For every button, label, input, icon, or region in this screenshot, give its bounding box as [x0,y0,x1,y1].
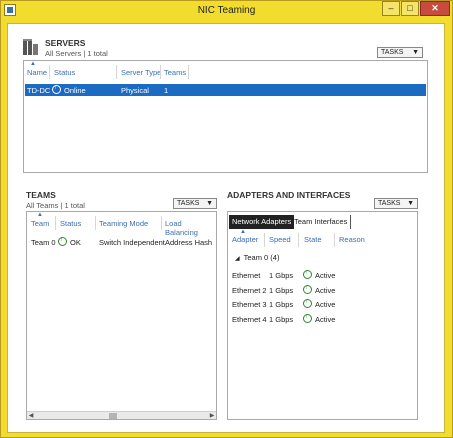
chevron-down-icon: ▼ [206,200,213,207]
horizontal-scrollbar[interactable]: ◀ ▶ [27,411,216,419]
col-header-speed[interactable]: Speed [269,235,291,244]
adapters-tasks-button[interactable]: TASKS ▼ [374,198,418,209]
table-row[interactable]: Team 0 OK Switch Independent Address Has… [28,236,216,248]
team-group-header[interactable]: ◢ Team 0 (4) [235,253,279,262]
adapter-state: Active [303,284,335,295]
table-row[interactable]: TD-DC Online Physical 1 [25,84,426,96]
ok-status-icon [58,236,67,246]
list-item[interactable]: Ethernet 4 1 Gbps Active [229,313,417,325]
adapter-speed: 1 Gbps [269,300,294,309]
adapter-state: Active [303,313,335,324]
active-status-icon [303,269,312,279]
active-status-icon [303,284,312,294]
adapters-title: ADAPTERS AND INTERFACES [227,190,351,200]
servers-tasks-button[interactable]: TASKS ▼ [377,47,423,58]
col-header-server-type[interactable]: Server Type [121,68,161,77]
col-header-name[interactable]: Name [27,68,47,77]
nic-teaming-window: NIC Teaming – □ ✕ SERVERS All Servers | … [0,0,453,438]
title-bar[interactable]: NIC Teaming – □ ✕ [1,1,452,21]
col-header-state[interactable]: State [304,235,322,244]
teams-tasks-label: TASKS [177,200,200,207]
server-name: TD-DC [27,86,51,95]
servers-tasks-label: TASKS [381,49,404,56]
col-header-adapter[interactable]: Adapter [232,235,258,244]
adapter-speed: 1 Gbps [269,286,294,295]
adapters-list: Network Adapters Team Interfaces ▲ Adapt… [227,211,418,420]
sort-indicator-icon: ▲ [30,61,36,67]
servers-list: ▲ Name Status Server Type Teams TD-DC On… [23,60,428,173]
col-header-teaming-mode[interactable]: Teaming Mode [99,219,148,228]
teams-title: TEAMS [26,190,56,200]
team-name: Team 0 [31,238,56,247]
adapter-state: Active [303,269,335,280]
adapter-name: Ethernet [232,271,261,280]
adapter-name: Ethernet 4 [232,315,267,324]
servers-title: SERVERS [45,38,86,48]
tab-network-adapters[interactable]: Network Adapters [229,215,295,229]
servers-icon [23,39,39,55]
team-status: OK [58,236,81,247]
adapters-tasks-label: TASKS [378,200,401,207]
adapter-speed: 1 Gbps [269,315,294,324]
minimize-button[interactable]: – [382,1,400,16]
adapter-name: Ethernet 3 [232,300,267,309]
list-item[interactable]: Ethernet 2 1 Gbps Active [229,284,417,296]
active-status-icon [303,298,312,308]
adapter-name: Ethernet 2 [232,286,267,295]
chevron-down-icon: ▼ [412,49,419,56]
scroll-left-icon[interactable]: ◀ [27,412,35,420]
col-header-reason[interactable]: Reason [339,235,365,244]
maximize-button[interactable]: □ [401,1,419,16]
team-mode: Switch Independent [99,238,165,247]
list-item[interactable]: Ethernet 1 Gbps Active [229,269,417,281]
adapter-state: Active [303,298,335,309]
scroll-thumb[interactable] [109,413,117,419]
chevron-down-icon: ▼ [407,200,414,207]
tab-team-interfaces[interactable]: Team Interfaces [291,215,352,229]
col-header-status[interactable]: Status [60,219,81,228]
server-status: Online [52,84,86,95]
teams-list: ▲ Team Status Teaming Mode Load Balancin… [26,211,217,420]
list-item[interactable]: Ethernet 3 1 Gbps Active [229,298,417,310]
close-button[interactable]: ✕ [420,1,450,16]
server-type: Physical [121,86,149,95]
teams-subtitle: All Teams | 1 total [26,201,85,210]
scroll-right-icon[interactable]: ▶ [208,412,216,420]
adapter-speed: 1 Gbps [269,271,294,280]
server-teams: 1 [164,86,169,95]
col-header-load-balancing[interactable]: Load Balancing [165,219,216,237]
collapse-triangle-icon[interactable]: ◢ [235,255,240,262]
active-status-icon [303,313,312,323]
servers-subtitle: All Servers | 1 total [45,49,108,58]
client-area: SERVERS All Servers | 1 total TASKS ▼ ▲ … [7,23,445,433]
col-header-teams[interactable]: Teams [164,68,186,77]
window-controls: – □ ✕ [381,1,450,16]
col-header-status[interactable]: Status [54,68,75,77]
sort-indicator-icon: ▲ [37,212,43,218]
col-header-team[interactable]: Team [31,219,49,228]
online-status-icon [52,84,61,94]
team-load-balancing: Address Hash [165,238,213,247]
teams-tasks-button[interactable]: TASKS ▼ [173,198,217,209]
